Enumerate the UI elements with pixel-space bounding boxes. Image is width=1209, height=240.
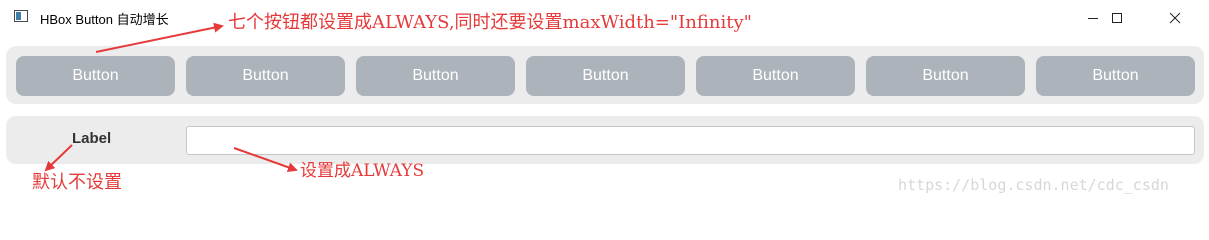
arrow-to-input-note xyxy=(233,147,298,173)
arrow-to-title xyxy=(95,22,224,53)
annotation-label-note: 默认不设置 xyxy=(32,172,122,193)
annotation-input-note: 设置成ALWAYS xyxy=(300,161,425,181)
annotation-buttons-note: 七个按钮都设置成ALWAYS,同时还要设置maxWidth="Infinity" xyxy=(228,12,752,33)
watermark: https://blog.csdn.net/cdc_csdn xyxy=(898,176,1169,194)
arrow-to-label-note xyxy=(44,144,73,172)
